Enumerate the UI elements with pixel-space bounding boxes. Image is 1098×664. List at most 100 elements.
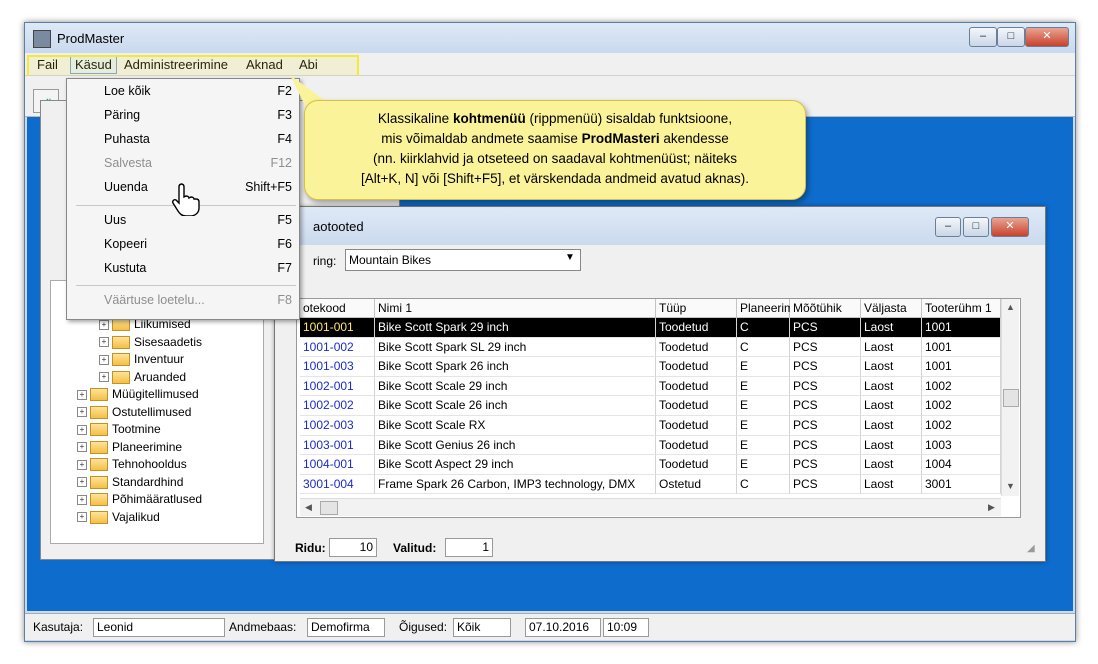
scroll-thumb[interactable] bbox=[1003, 389, 1019, 407]
expand-icon[interactable]: + bbox=[77, 442, 87, 453]
menu-shortcut: F12 bbox=[270, 156, 292, 170]
column-header[interactable]: Mõõtühik bbox=[790, 299, 861, 318]
column-header[interactable]: Nimi 1 bbox=[375, 299, 656, 318]
table-cell: 1002-002 bbox=[300, 396, 375, 416]
tree-node[interactable]: + Standardhind bbox=[51, 475, 263, 493]
tree-node[interactable]: + Põhimääratlused bbox=[51, 492, 263, 510]
table-cell: 3001-004 bbox=[300, 474, 375, 495]
table-row[interactable]: 1004-001 Bike Scott Aspect 29 inch Toodetu… bbox=[300, 455, 1001, 475]
table-cell: PCS bbox=[790, 357, 861, 377]
column-header[interactable]: Planeerim bbox=[737, 299, 794, 318]
table-row[interactable]: 1003-001 Bike Scott Genius 26 inch Toodetu… bbox=[300, 435, 1001, 456]
column-header[interactable]: Väljasta bbox=[861, 299, 922, 318]
menu-item[interactable]: Salvesta bbox=[104, 156, 152, 170]
scroll-up-icon[interactable]: ▲ bbox=[1003, 300, 1018, 315]
products-title-bar: aotooted – □ ✕ bbox=[275, 207, 1045, 245]
products-minimize-button[interactable]: – bbox=[935, 217, 961, 237]
table-cell: Toodetud bbox=[656, 376, 737, 397]
filter-label: ring: bbox=[313, 254, 337, 268]
tree-node[interactable]: + Aruanded bbox=[51, 370, 263, 388]
products-title: aotooted bbox=[313, 219, 364, 234]
table-row[interactable]: 1002-003 Bike Scott Scale RX Toodetud E PCS L… bbox=[300, 416, 1001, 436]
expand-icon[interactable]: + bbox=[99, 319, 109, 330]
maximize-button[interactable]: □ bbox=[997, 27, 1025, 47]
column-header[interactable]: otekood bbox=[300, 299, 375, 318]
menu-item[interactable]: Uuenda bbox=[104, 180, 148, 194]
menu-item[interactable]: Puhasta bbox=[104, 132, 150, 146]
tree-node[interactable]: + Vajalikud bbox=[51, 510, 263, 528]
table-cell: Laost bbox=[861, 435, 922, 456]
chevron-down-icon[interactable]: ▼ bbox=[562, 252, 578, 268]
selected-label: Valitud: bbox=[393, 541, 437, 555]
table-cell: 1001 bbox=[922, 357, 1001, 377]
selected-count: 1 bbox=[445, 538, 493, 557]
expand-icon[interactable]: + bbox=[77, 389, 87, 400]
resize-grip-icon[interactable]: ◢ bbox=[1027, 543, 1035, 554]
expand-icon[interactable]: + bbox=[77, 494, 87, 505]
vertical-scrollbar[interactable]: ▲ ▼ bbox=[1001, 299, 1019, 496]
tree-node-label: Planeerimine bbox=[112, 439, 183, 454]
table-row[interactable]: 1002-001 Bike Scott Scale 29 inch Toodetud… bbox=[300, 376, 1001, 397]
table-cell: Bike Scott Spark 26 inch bbox=[375, 357, 656, 377]
table-cell: Ostetud bbox=[656, 474, 737, 495]
table-row[interactable]: 3001-004 Frame Spark 26 Carbon, IMP3 tech… bbox=[300, 474, 1001, 495]
hscroll-thumb[interactable] bbox=[320, 501, 338, 515]
table-cell: Bike Scott Spark SL 29 inch bbox=[375, 337, 656, 358]
table-cell: Bike Scott Scale 26 inch bbox=[375, 396, 656, 416]
table-cell: Laost bbox=[861, 337, 922, 358]
tree-node[interactable]: + Inventuur bbox=[51, 352, 263, 370]
expand-icon[interactable]: + bbox=[77, 407, 87, 418]
expand-icon[interactable]: + bbox=[99, 372, 109, 383]
scroll-right-icon[interactable]: ▶ bbox=[984, 500, 999, 515]
menu-item[interactable]: Väärtuse loetelu... bbox=[104, 293, 205, 307]
menu-item[interactable]: Päring bbox=[104, 108, 140, 122]
table-cell: 1003 bbox=[922, 435, 1001, 456]
expand-icon[interactable]: + bbox=[99, 337, 109, 348]
table-row[interactable]: 1002-002 Bike Scott Scale 26 inch Toodetud… bbox=[300, 396, 1001, 416]
date-field: 07.10.2016 bbox=[525, 618, 601, 637]
table-cell: PCS bbox=[790, 435, 861, 456]
menu-item[interactable]: Uus bbox=[104, 213, 126, 227]
folder-icon bbox=[90, 440, 108, 454]
expand-icon[interactable]: + bbox=[77, 512, 87, 523]
folder-icon bbox=[90, 510, 108, 524]
filter-select[interactable]: Mountain Bikes ▼ bbox=[345, 249, 581, 271]
tree-node[interactable]: + Müügitellimused bbox=[51, 387, 263, 405]
tree-node[interactable]: + Tootmine bbox=[51, 422, 263, 440]
column-header[interactable]: Tüüp bbox=[656, 299, 737, 318]
expand-icon[interactable]: + bbox=[77, 477, 87, 488]
table-cell: 1002-001 bbox=[300, 376, 375, 397]
products-close-button[interactable]: ✕ bbox=[991, 217, 1029, 237]
column-header[interactable]: Tooterühm 1 bbox=[922, 299, 1001, 318]
table-cell: 1001-003 bbox=[300, 357, 375, 377]
table-row[interactable]: 1001-003 Bike Scott Spark 26 inch Toodetud… bbox=[300, 357, 1001, 377]
tree-node[interactable]: + Sisesaadetis bbox=[51, 335, 263, 353]
table-cell: Laost bbox=[861, 357, 922, 377]
scroll-down-icon[interactable]: ▼ bbox=[1003, 479, 1018, 494]
products-maximize-button[interactable]: □ bbox=[963, 217, 989, 237]
menu-item[interactable]: Kopeeri bbox=[104, 237, 147, 251]
expand-icon[interactable]: + bbox=[77, 459, 87, 470]
expand-icon[interactable]: + bbox=[77, 424, 87, 435]
expand-icon[interactable]: + bbox=[99, 354, 109, 365]
menu-shortcut: F8 bbox=[277, 293, 292, 307]
tree-node[interactable]: + Planeerimine bbox=[51, 440, 263, 458]
table-cell: Laost bbox=[861, 416, 922, 436]
tree-node-label: Ostutellimused bbox=[112, 404, 192, 419]
minimize-button[interactable]: – bbox=[969, 27, 997, 47]
scroll-left-icon[interactable]: ◀ bbox=[301, 500, 316, 515]
menu-item[interactable]: Kustuta bbox=[104, 261, 146, 275]
tree-node[interactable]: + Ostutellimused bbox=[51, 405, 263, 423]
table-cell: Bike Scott Scale RX bbox=[375, 416, 656, 436]
table-cell: E bbox=[737, 416, 790, 436]
tree-node-label: Inventuur bbox=[134, 352, 185, 366]
table-cell: E bbox=[737, 376, 790, 397]
table-row[interactable]: 1001-001 Bike Scott Spark 29 inch Toodetud… bbox=[300, 318, 1001, 338]
close-button[interactable]: ✕ bbox=[1025, 27, 1069, 47]
menu-item[interactable]: Loe kõik bbox=[104, 84, 151, 98]
table-cell: Laost bbox=[861, 474, 922, 495]
table-row[interactable]: 1001-002 Bike Scott Spark SL 29 inch Toode… bbox=[300, 337, 1001, 358]
horizontal-scrollbar[interactable]: ◀ ▶ bbox=[300, 498, 1001, 516]
table-cell: PCS bbox=[790, 337, 861, 358]
tree-node[interactable]: + Tehnohooldus bbox=[51, 457, 263, 475]
